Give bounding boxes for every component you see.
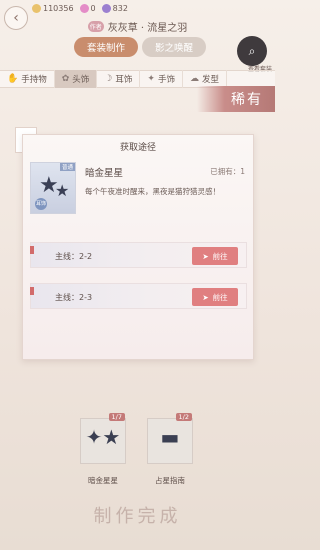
mode-tabs: 套装制作 影之唤醒 xyxy=(74,37,206,57)
head-icon: ✿ xyxy=(61,74,70,84)
craft-complete-label: 制作完成 xyxy=(93,506,182,527)
route-label: 主线：2-2 xyxy=(55,252,93,261)
category-earrings[interactable]: ☽ 耳饰 xyxy=(97,70,141,88)
material-count: 1/2 xyxy=(175,413,192,421)
view-set-button[interactable]: ⌕ xyxy=(237,36,267,66)
ear-icon: ☽ xyxy=(104,74,113,84)
star-icon: ★ xyxy=(55,181,70,200)
route-row: 主线：2-3 ➤ 前往 xyxy=(30,283,247,309)
tab-suit-craft[interactable]: 套装制作 xyxy=(74,37,138,57)
rarity-banner: 稀有 xyxy=(197,86,275,112)
currency-bar: 110356 0 832 xyxy=(0,0,275,16)
acquire-popup: 获取途径 普通 ★ ★ 耳饰 暗金星星 已拥有：1 每个午夜准时醒来，黑夜是猫狩… xyxy=(22,134,254,360)
route-row: 主线：2-2 ➤ 前往 xyxy=(30,242,247,268)
diamond-icon xyxy=(79,3,89,13)
goto-button[interactable]: ➤ 前往 xyxy=(192,247,238,265)
category-hand-accessory[interactable]: ✦ 手饰 xyxy=(140,70,183,88)
item-thumbnail: 普通 ★ ★ 耳饰 xyxy=(30,162,76,214)
item-type-badge: 耳饰 xyxy=(35,198,47,210)
currency-gold: 110356 xyxy=(32,3,74,13)
rarity-tag: 普通 xyxy=(59,163,75,171)
route-label: 主线：2-3 xyxy=(55,293,93,302)
category-label: 发型 xyxy=(201,75,219,85)
material-name: 占星指南 xyxy=(155,476,185,485)
stamina-amount: 832 xyxy=(112,3,128,13)
item-owned-count: 已拥有：1 xyxy=(210,167,245,176)
category-label: 头饰 xyxy=(72,75,90,85)
gold-icon xyxy=(32,3,41,13)
search-icon: ⌕ xyxy=(248,43,256,58)
hair-icon: ☁ xyxy=(189,74,199,84)
send-icon: ➤ xyxy=(202,292,209,302)
item-name: 暗金星星 xyxy=(85,168,124,179)
set-title: 作者 灰灰草 · 流星之羽 xyxy=(0,18,275,34)
route-marker xyxy=(30,287,34,295)
goto-label: 前往 xyxy=(212,292,228,302)
item-description: 每个午夜准时醒来，黑夜是猫狩猎灵感！ xyxy=(85,187,220,196)
gold-amount: 110356 xyxy=(43,3,74,13)
send-icon: ➤ xyxy=(202,251,209,261)
currency-diamond: 0 xyxy=(79,3,96,13)
goto-label: 前往 xyxy=(212,251,228,261)
category-label: 手持物 xyxy=(21,75,47,85)
book-icon: ▬ xyxy=(160,425,180,449)
category-label: 耳饰 xyxy=(115,75,133,85)
category-label: 手饰 xyxy=(157,75,175,85)
author-badge: 作者 xyxy=(87,20,104,32)
category-headwear[interactable]: ✿ 头饰 xyxy=(54,70,98,88)
glove-icon: ✦ xyxy=(147,74,155,84)
material-slot[interactable]: 1/7 ✦★ xyxy=(80,413,126,464)
category-handheld[interactable]: ✋ 手持物 xyxy=(0,70,55,88)
hand-icon: ✋ xyxy=(7,74,19,84)
tab-shadow-awaken[interactable]: 影之唤醒 xyxy=(142,37,206,57)
material-count: 1/7 xyxy=(108,413,125,421)
material-slot[interactable]: 1/2 ▬ xyxy=(147,413,193,464)
material-name: 暗金星星 xyxy=(88,476,118,485)
diamond-amount: 0 xyxy=(90,3,96,13)
goto-button[interactable]: ➤ 前往 xyxy=(192,288,238,306)
set-title-text: 灰灰草 · 流星之羽 xyxy=(107,22,188,34)
currency-stamina: 832 xyxy=(101,3,128,13)
popup-title: 获取途径 xyxy=(119,143,156,153)
star-earring-icon: ✦★ xyxy=(85,425,121,449)
stamina-icon xyxy=(101,3,111,13)
route-marker xyxy=(30,246,34,254)
